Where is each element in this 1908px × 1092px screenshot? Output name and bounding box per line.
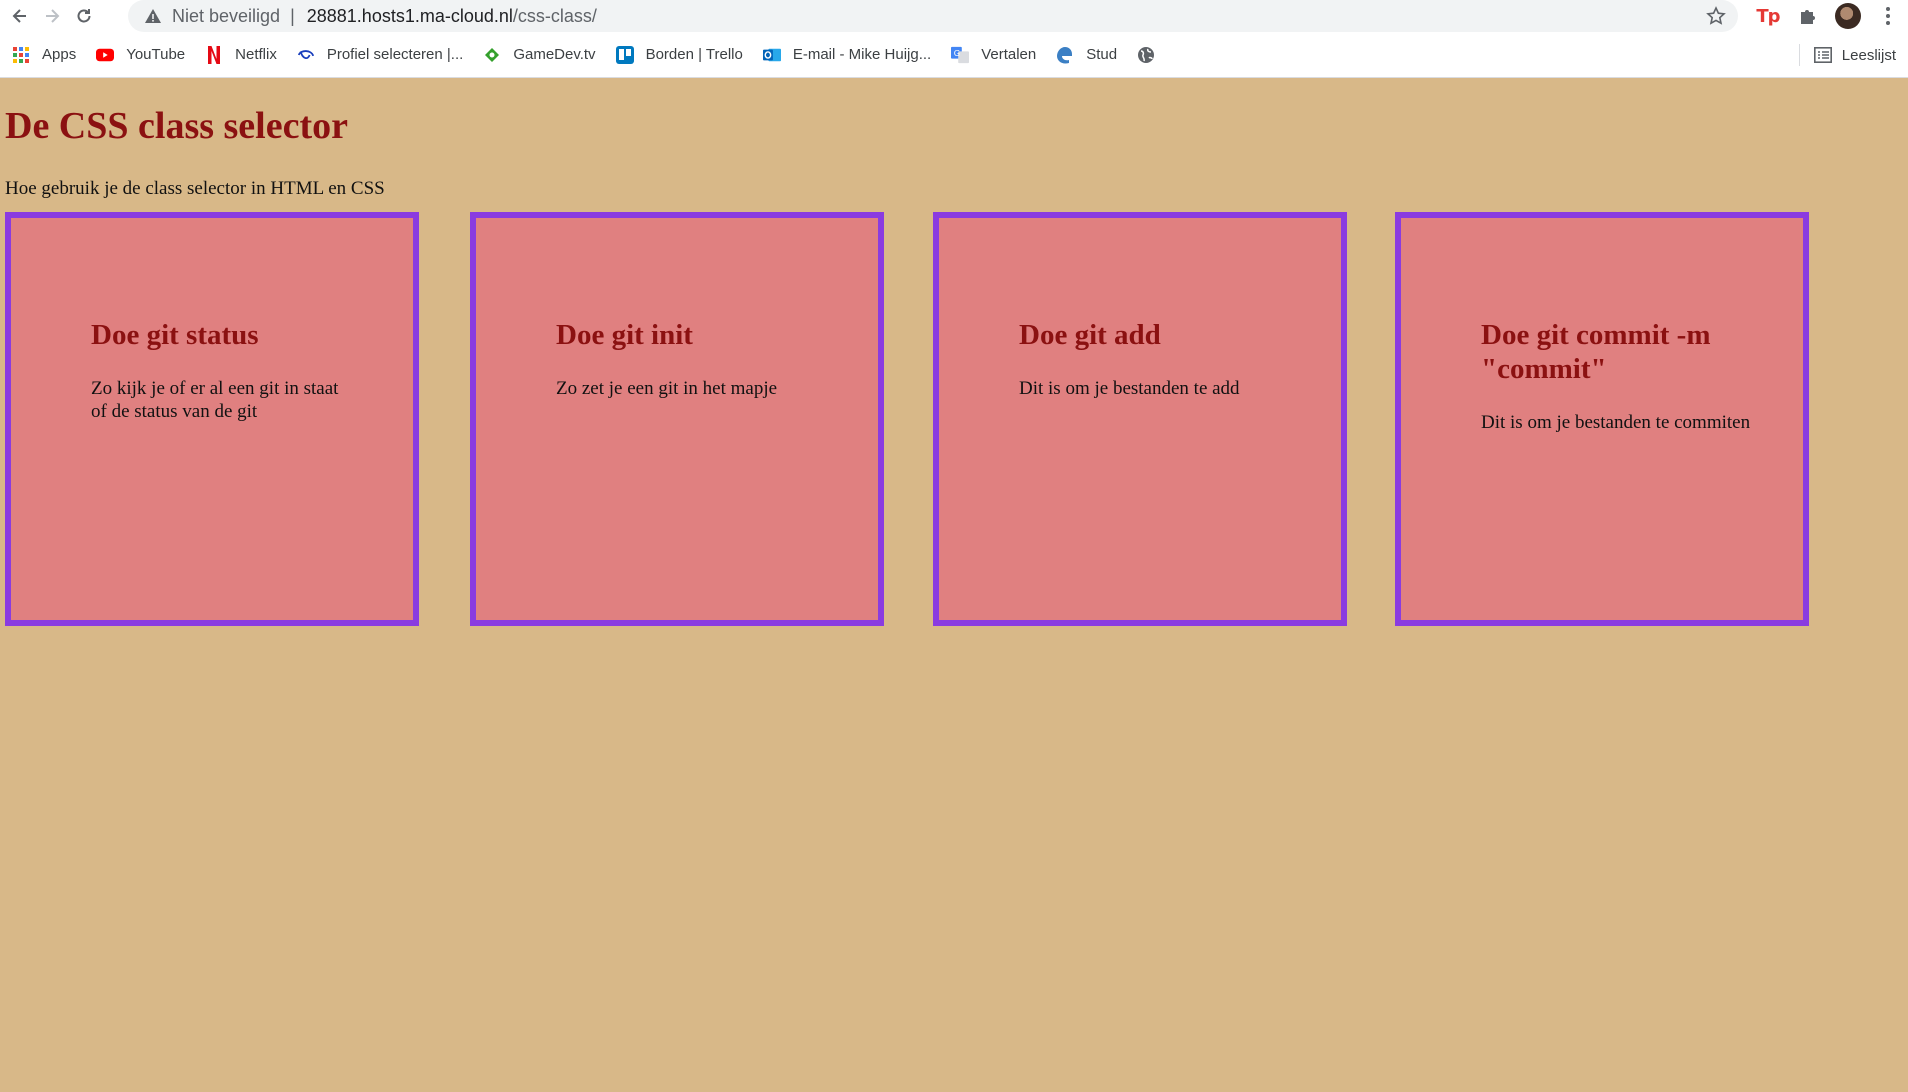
bookmarks-bar: Apps YouTube Netflix Profiel selecteren … — [0, 32, 1908, 78]
outlook-icon — [762, 46, 781, 64]
bookmark-label: YouTube — [126, 46, 186, 63]
bookmark-trello[interactable]: Borden | Trello — [615, 45, 743, 64]
reading-list-icon — [1813, 47, 1832, 63]
bookmark-globe[interactable] — [1137, 46, 1167, 64]
arrow-left-icon — [12, 9, 26, 23]
tp-extension-button[interactable]: Tp — [1748, 0, 1788, 32]
card-row: Doe git status Zo kijk je of er al een g… — [5, 211, 1903, 632]
browser-chrome: Niet beveiligd | 28881.hosts1.ma-cloud.n… — [0, 0, 1908, 78]
svg-text:G: G — [954, 47, 960, 57]
apps-grid-icon — [12, 46, 30, 64]
bookmarks-divider — [1798, 44, 1800, 66]
page-title: De CSS class selector — [5, 105, 348, 147]
bookmark-outlook[interactable]: E-mail - Mike Huijg... — [762, 46, 932, 64]
gamedev-icon — [483, 46, 501, 64]
page-content: De CSS class selector Hoe gebruik je de … — [0, 78, 1908, 632]
bookmark-label: Apps — [42, 46, 77, 63]
reading-list-label: Leeslijst — [1841, 46, 1896, 64]
page-intro: Hoe gebruik je de class selector in HTML… — [5, 177, 385, 199]
kebab-menu-icon — [1886, 7, 1890, 25]
extensions-button[interactable] — [1788, 0, 1828, 32]
trello-icon — [615, 45, 634, 64]
bookmark-youtube[interactable]: YouTube — [96, 46, 185, 64]
card-text: Dit is om je bestanden te add — [1019, 377, 1240, 399]
bookmark-gamedev[interactable]: GameDev.tv — [483, 46, 596, 64]
card-git-add: Doe git add Dit is om je bestanden te ad… — [933, 211, 1347, 626]
tp-extension-icon: Tp — [1756, 5, 1780, 27]
reading-list[interactable]: Leeslijst — [1798, 32, 1896, 78]
card-git-status: Doe git status Zo kijk je of er al een g… — [5, 211, 419, 626]
bookmark-label: E-mail - Mike Huijg... — [792, 46, 932, 63]
card-text: Zo zet je een git in het mapje — [556, 377, 778, 399]
translate-icon: G — [951, 46, 970, 64]
bookmark-netflix[interactable]: Netflix — [205, 45, 277, 64]
bookmark-label: Vertalen — [981, 46, 1037, 63]
url-path: /css-class/ — [512, 5, 597, 26]
url-host: 28881.hosts1.ma-cloud.nl — [306, 5, 513, 26]
card-title: Doe git init — [556, 318, 693, 351]
globe-icon — [1137, 46, 1155, 64]
netflix-icon — [205, 45, 223, 64]
profile-button[interactable] — [1828, 0, 1868, 32]
bookmark-apps[interactable]: Apps — [12, 46, 76, 64]
bookmark-star-icon[interactable] — [1706, 6, 1726, 26]
bookmark-label: GameDev.tv — [513, 46, 596, 63]
card-title: Doe git status — [91, 318, 259, 351]
card-git-commit: Doe git commit -m "commit" Dit is om je … — [1395, 211, 1809, 626]
browser-toolbar: Niet beveiligd | 28881.hosts1.ma-cloud.n… — [0, 0, 1908, 32]
card-git-init: Doe git init Zo zet je een git in het ma… — [470, 211, 884, 626]
toolbar-extensions: Tp — [1748, 0, 1908, 32]
reload-icon — [77, 9, 91, 23]
back-button[interactable] — [4, 0, 36, 32]
warning-icon — [145, 9, 161, 23]
reload-button[interactable] — [68, 0, 100, 32]
address-bar[interactable]: Niet beveiligd | 28881.hosts1.ma-cloud.n… — [128, 0, 1738, 32]
card-title: Doe git add — [1019, 318, 1161, 351]
bookmark-vertalen[interactable]: G Vertalen — [951, 46, 1036, 64]
avatar — [1835, 3, 1861, 29]
edge-icon — [1056, 46, 1074, 64]
youtube-icon — [96, 46, 115, 64]
arrow-right-icon — [46, 9, 60, 23]
disney-icon — [297, 46, 315, 64]
bookmark-label: Profiel selecteren |... — [326, 46, 464, 63]
url-separator: | — [290, 5, 295, 26]
puzzle-icon — [1801, 10, 1815, 24]
menu-button[interactable] — [1868, 0, 1908, 32]
card-title: Doe git commit -m "commit" — [1481, 318, 1711, 385]
bookmark-label: Netflix — [235, 46, 277, 63]
security-label: Niet beveiligd — [172, 5, 281, 26]
bookmark-disney[interactable]: Profiel selecteren |... — [297, 46, 463, 64]
card-text: Dit is om je bestanden te commiten — [1481, 412, 1751, 434]
bookmark-label: Stud — [1086, 46, 1118, 63]
bookmark-stud[interactable]: Stud — [1056, 46, 1117, 64]
card-text: Zo kijk je of er al een git in staat of … — [91, 377, 339, 422]
forward-button[interactable] — [36, 0, 68, 32]
bookmark-label: Borden | Trello — [645, 46, 743, 63]
